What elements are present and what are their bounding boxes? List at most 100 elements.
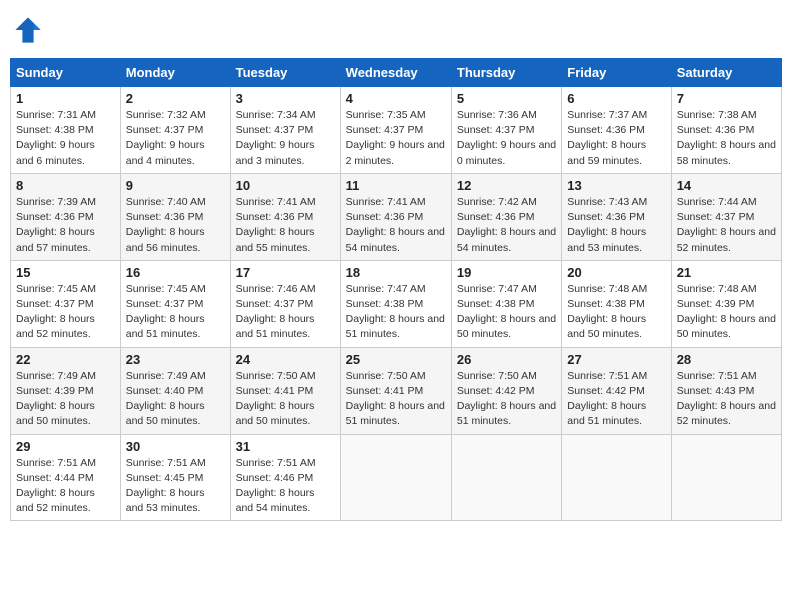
day-number: 15 bbox=[16, 265, 115, 280]
day-number: 23 bbox=[126, 352, 225, 367]
day-info: Sunrise: 7:49 AMSunset: 4:39 PMDaylight:… bbox=[16, 369, 115, 430]
day-info: Sunrise: 7:51 AMSunset: 4:45 PMDaylight:… bbox=[126, 456, 225, 517]
day-info: Sunrise: 7:51 AMSunset: 4:44 PMDaylight:… bbox=[16, 456, 115, 517]
day-info: Sunrise: 7:46 AMSunset: 4:37 PMDaylight:… bbox=[236, 282, 335, 343]
day-number: 4 bbox=[346, 91, 446, 106]
calendar-cell: 10 Sunrise: 7:41 AMSunset: 4:36 PMDayligh… bbox=[230, 173, 340, 260]
day-number: 25 bbox=[346, 352, 446, 367]
day-info: Sunrise: 7:49 AMSunset: 4:40 PMDaylight:… bbox=[126, 369, 225, 430]
day-number: 27 bbox=[567, 352, 665, 367]
calendar-cell: 7 Sunrise: 7:38 AMSunset: 4:36 PMDaylight… bbox=[671, 87, 781, 174]
day-number: 21 bbox=[677, 265, 776, 280]
day-info: Sunrise: 7:31 AMSunset: 4:38 PMDaylight:… bbox=[16, 108, 115, 169]
weekday-header-saturday: Saturday bbox=[671, 59, 781, 87]
day-number: 11 bbox=[346, 178, 446, 193]
logo-icon bbox=[14, 16, 42, 44]
calendar-cell: 8Sunrise: 7:39 AMSunset: 4:36 PMDaylight… bbox=[11, 173, 121, 260]
day-number: 10 bbox=[236, 178, 335, 193]
calendar-cell: 4 Sunrise: 7:35 AMSunset: 4:37 PMDaylight… bbox=[340, 87, 451, 174]
weekday-header-wednesday: Wednesday bbox=[340, 59, 451, 87]
day-number: 6 bbox=[567, 91, 665, 106]
calendar-cell: 24 Sunrise: 7:50 AMSunset: 4:41 PMDayligh… bbox=[230, 347, 340, 434]
calendar-cell: 1 Sunrise: 7:31 AMSunset: 4:38 PMDaylight… bbox=[11, 87, 121, 174]
calendar-cell: 5 Sunrise: 7:36 AMSunset: 4:37 PMDaylight… bbox=[451, 87, 561, 174]
day-info: Sunrise: 7:32 AMSunset: 4:37 PMDaylight:… bbox=[126, 108, 225, 169]
weekday-header-thursday: Thursday bbox=[451, 59, 561, 87]
day-info: Sunrise: 7:48 AMSunset: 4:39 PMDaylight:… bbox=[677, 282, 776, 343]
day-info: Sunrise: 7:37 AMSunset: 4:36 PMDaylight:… bbox=[567, 108, 665, 169]
logo bbox=[14, 16, 46, 44]
day-info: Sunrise: 7:39 AMSunset: 4:36 PMDaylight:… bbox=[16, 195, 115, 256]
day-info: Sunrise: 7:41 AMSunset: 4:36 PMDaylight:… bbox=[346, 195, 446, 256]
calendar-cell: 28 Sunrise: 7:51 AMSunset: 4:43 PMDayligh… bbox=[671, 347, 781, 434]
day-number: 2 bbox=[126, 91, 225, 106]
day-info: Sunrise: 7:48 AMSunset: 4:38 PMDaylight:… bbox=[567, 282, 665, 343]
day-info: Sunrise: 7:42 AMSunset: 4:36 PMDaylight:… bbox=[457, 195, 556, 256]
day-info: Sunrise: 7:50 AMSunset: 4:42 PMDaylight:… bbox=[457, 369, 556, 430]
calendar-cell: 16Sunrise: 7:45 AMSunset: 4:37 PMDayligh… bbox=[120, 260, 230, 347]
day-info: Sunrise: 7:50 AMSunset: 4:41 PMDaylight:… bbox=[346, 369, 446, 430]
weekday-header-monday: Monday bbox=[120, 59, 230, 87]
day-info: Sunrise: 7:38 AMSunset: 4:36 PMDaylight:… bbox=[677, 108, 776, 169]
calendar-cell: 14Sunrise: 7:44 AMSunset: 4:37 PMDayligh… bbox=[671, 173, 781, 260]
day-info: Sunrise: 7:41 AMSunset: 4:36 PMDaylight:… bbox=[236, 195, 335, 256]
day-info: Sunrise: 7:45 AMSunset: 4:37 PMDaylight:… bbox=[126, 282, 225, 343]
page-header bbox=[10, 10, 782, 50]
calendar-cell: 11 Sunrise: 7:41 AMSunset: 4:36 PMDayligh… bbox=[340, 173, 451, 260]
calendar-week-3: 15 Sunrise: 7:45 AMSunset: 4:37 PMDayligh… bbox=[11, 260, 782, 347]
day-info: Sunrise: 7:50 AMSunset: 4:41 PMDaylight:… bbox=[236, 369, 335, 430]
day-number: 12 bbox=[457, 178, 556, 193]
day-number: 28 bbox=[677, 352, 776, 367]
day-info: Sunrise: 7:51 AMSunset: 4:42 PMDaylight:… bbox=[567, 369, 665, 430]
calendar-cell bbox=[340, 434, 451, 521]
calendar-cell: 30 Sunrise: 7:51 AMSunset: 4:45 PMDayligh… bbox=[120, 434, 230, 521]
calendar-cell: 21 Sunrise: 7:48 AMSunset: 4:39 PMDayligh… bbox=[671, 260, 781, 347]
day-number: 14 bbox=[677, 178, 776, 193]
day-number: 3 bbox=[236, 91, 335, 106]
calendar-cell: 2 Sunrise: 7:32 AMSunset: 4:37 PMDaylight… bbox=[120, 87, 230, 174]
day-info: Sunrise: 7:43 AMSunset: 4:36 PMDaylight:… bbox=[567, 195, 665, 256]
calendar-cell: 12 Sunrise: 7:42 AMSunset: 4:36 PMDayligh… bbox=[451, 173, 561, 260]
day-info: Sunrise: 7:51 AMSunset: 4:43 PMDaylight:… bbox=[677, 369, 776, 430]
day-number: 5 bbox=[457, 91, 556, 106]
calendar-cell: 23 Sunrise: 7:49 AMSunset: 4:40 PMDayligh… bbox=[120, 347, 230, 434]
calendar-week-2: 8Sunrise: 7:39 AMSunset: 4:36 PMDaylight… bbox=[11, 173, 782, 260]
calendar-cell bbox=[451, 434, 561, 521]
calendar-week-5: 29 Sunrise: 7:51 AMSunset: 4:44 PMDayligh… bbox=[11, 434, 782, 521]
day-info: Sunrise: 7:35 AMSunset: 4:37 PMDaylight:… bbox=[346, 108, 446, 169]
calendar-week-4: 22 Sunrise: 7:49 AMSunset: 4:39 PMDayligh… bbox=[11, 347, 782, 434]
weekday-header-tuesday: Tuesday bbox=[230, 59, 340, 87]
calendar-cell: 27 Sunrise: 7:51 AMSunset: 4:42 PMDayligh… bbox=[562, 347, 671, 434]
day-info: Sunrise: 7:40 AMSunset: 4:36 PMDaylight:… bbox=[126, 195, 225, 256]
calendar-cell: 15Sunrise: 7:45 AMSunset: 4:37 PMDayligh… bbox=[11, 260, 121, 347]
day-number: 24 bbox=[236, 352, 335, 367]
calendar-cell: 22 Sunrise: 7:49 AMSunset: 4:39 PMDayligh… bbox=[11, 347, 121, 434]
calendar-cell: 25 Sunrise: 7:50 AMSunset: 4:41 PMDayligh… bbox=[340, 347, 451, 434]
day-number: 9 bbox=[126, 178, 225, 193]
day-number: 18 bbox=[346, 265, 446, 280]
calendar-cell: 29 Sunrise: 7:51 AMSunset: 4:44 PMDayligh… bbox=[11, 434, 121, 521]
day-number: 1 bbox=[16, 91, 115, 106]
day-info: Sunrise: 7:36 AMSunset: 4:37 PMDaylight:… bbox=[457, 108, 556, 169]
weekday-header-friday: Friday bbox=[562, 59, 671, 87]
weekday-header-sunday: Sunday bbox=[11, 59, 121, 87]
calendar-cell: 3Sunrise: 7:34 AMSunset: 4:37 PMDaylight… bbox=[230, 87, 340, 174]
day-number: 29 bbox=[16, 439, 115, 454]
calendar-table: SundayMondayTuesdayWednesdayThursdayFrid… bbox=[10, 58, 782, 521]
calendar-cell: 6 Sunrise: 7:37 AMSunset: 4:36 PMDaylight… bbox=[562, 87, 671, 174]
day-number: 26 bbox=[457, 352, 556, 367]
day-number: 22 bbox=[16, 352, 115, 367]
day-info: Sunrise: 7:51 AMSunset: 4:46 PMDaylight:… bbox=[236, 456, 335, 517]
calendar-cell: 13 Sunrise: 7:43 AMSunset: 4:36 PMDayligh… bbox=[562, 173, 671, 260]
day-number: 7 bbox=[677, 91, 776, 106]
day-number: 19 bbox=[457, 265, 556, 280]
day-number: 13 bbox=[567, 178, 665, 193]
calendar-cell bbox=[562, 434, 671, 521]
calendar-cell bbox=[671, 434, 781, 521]
day-number: 30 bbox=[126, 439, 225, 454]
day-number: 31 bbox=[236, 439, 335, 454]
day-info: Sunrise: 7:47 AMSunset: 4:38 PMDaylight:… bbox=[457, 282, 556, 343]
calendar-cell: 20Sunrise: 7:48 AMSunset: 4:38 PMDayligh… bbox=[562, 260, 671, 347]
calendar-cell: 26 Sunrise: 7:50 AMSunset: 4:42 PMDayligh… bbox=[451, 347, 561, 434]
calendar-cell: 17Sunrise: 7:46 AMSunset: 4:37 PMDayligh… bbox=[230, 260, 340, 347]
